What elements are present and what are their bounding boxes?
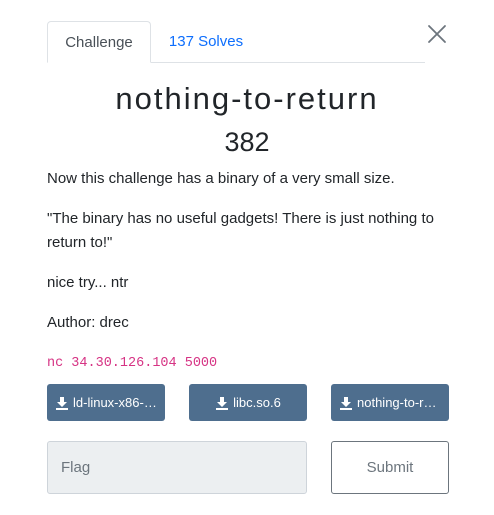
file-download-button[interactable]: ld-linux-x86-64.so.2 xyxy=(47,384,165,421)
download-icon xyxy=(340,396,352,410)
tab-challenge[interactable]: Challenge xyxy=(47,21,151,63)
challenge-name: nothing-to-return xyxy=(115,81,379,116)
file-name: ld-linux-x86-64.so.2 xyxy=(73,395,157,410)
challenge-value: 382 xyxy=(224,127,270,157)
file-name: nothing-to-return xyxy=(357,395,441,410)
download-icon xyxy=(56,396,68,410)
flag-input[interactable] xyxy=(47,441,307,494)
description-line: Now this challenge has a binary of a ver… xyxy=(47,170,395,187)
file-download-button[interactable]: nothing-to-return xyxy=(331,384,449,421)
tab-bar: Challenge 137 Solves xyxy=(47,21,425,63)
connection-info: nc 34.30.126.104 5000 xyxy=(47,356,218,371)
description-line: "The binary has no useful gadgets! There… xyxy=(47,210,434,251)
close-icon xyxy=(428,25,446,43)
author-line: Author: drec xyxy=(47,314,129,331)
download-icon xyxy=(216,396,229,410)
description-line: nice try... ntr xyxy=(47,274,129,291)
tab-solves[interactable]: 137 Solves xyxy=(151,21,261,63)
close-button[interactable] xyxy=(427,24,447,44)
file-download-button[interactable]: libc.so.6 xyxy=(189,384,307,421)
file-name: libc.so.6 xyxy=(233,395,281,410)
challenge-modal: Challenge 137 Solves nothing-to-return 3… xyxy=(0,0,494,515)
submit-button[interactable]: Submit xyxy=(331,441,449,494)
